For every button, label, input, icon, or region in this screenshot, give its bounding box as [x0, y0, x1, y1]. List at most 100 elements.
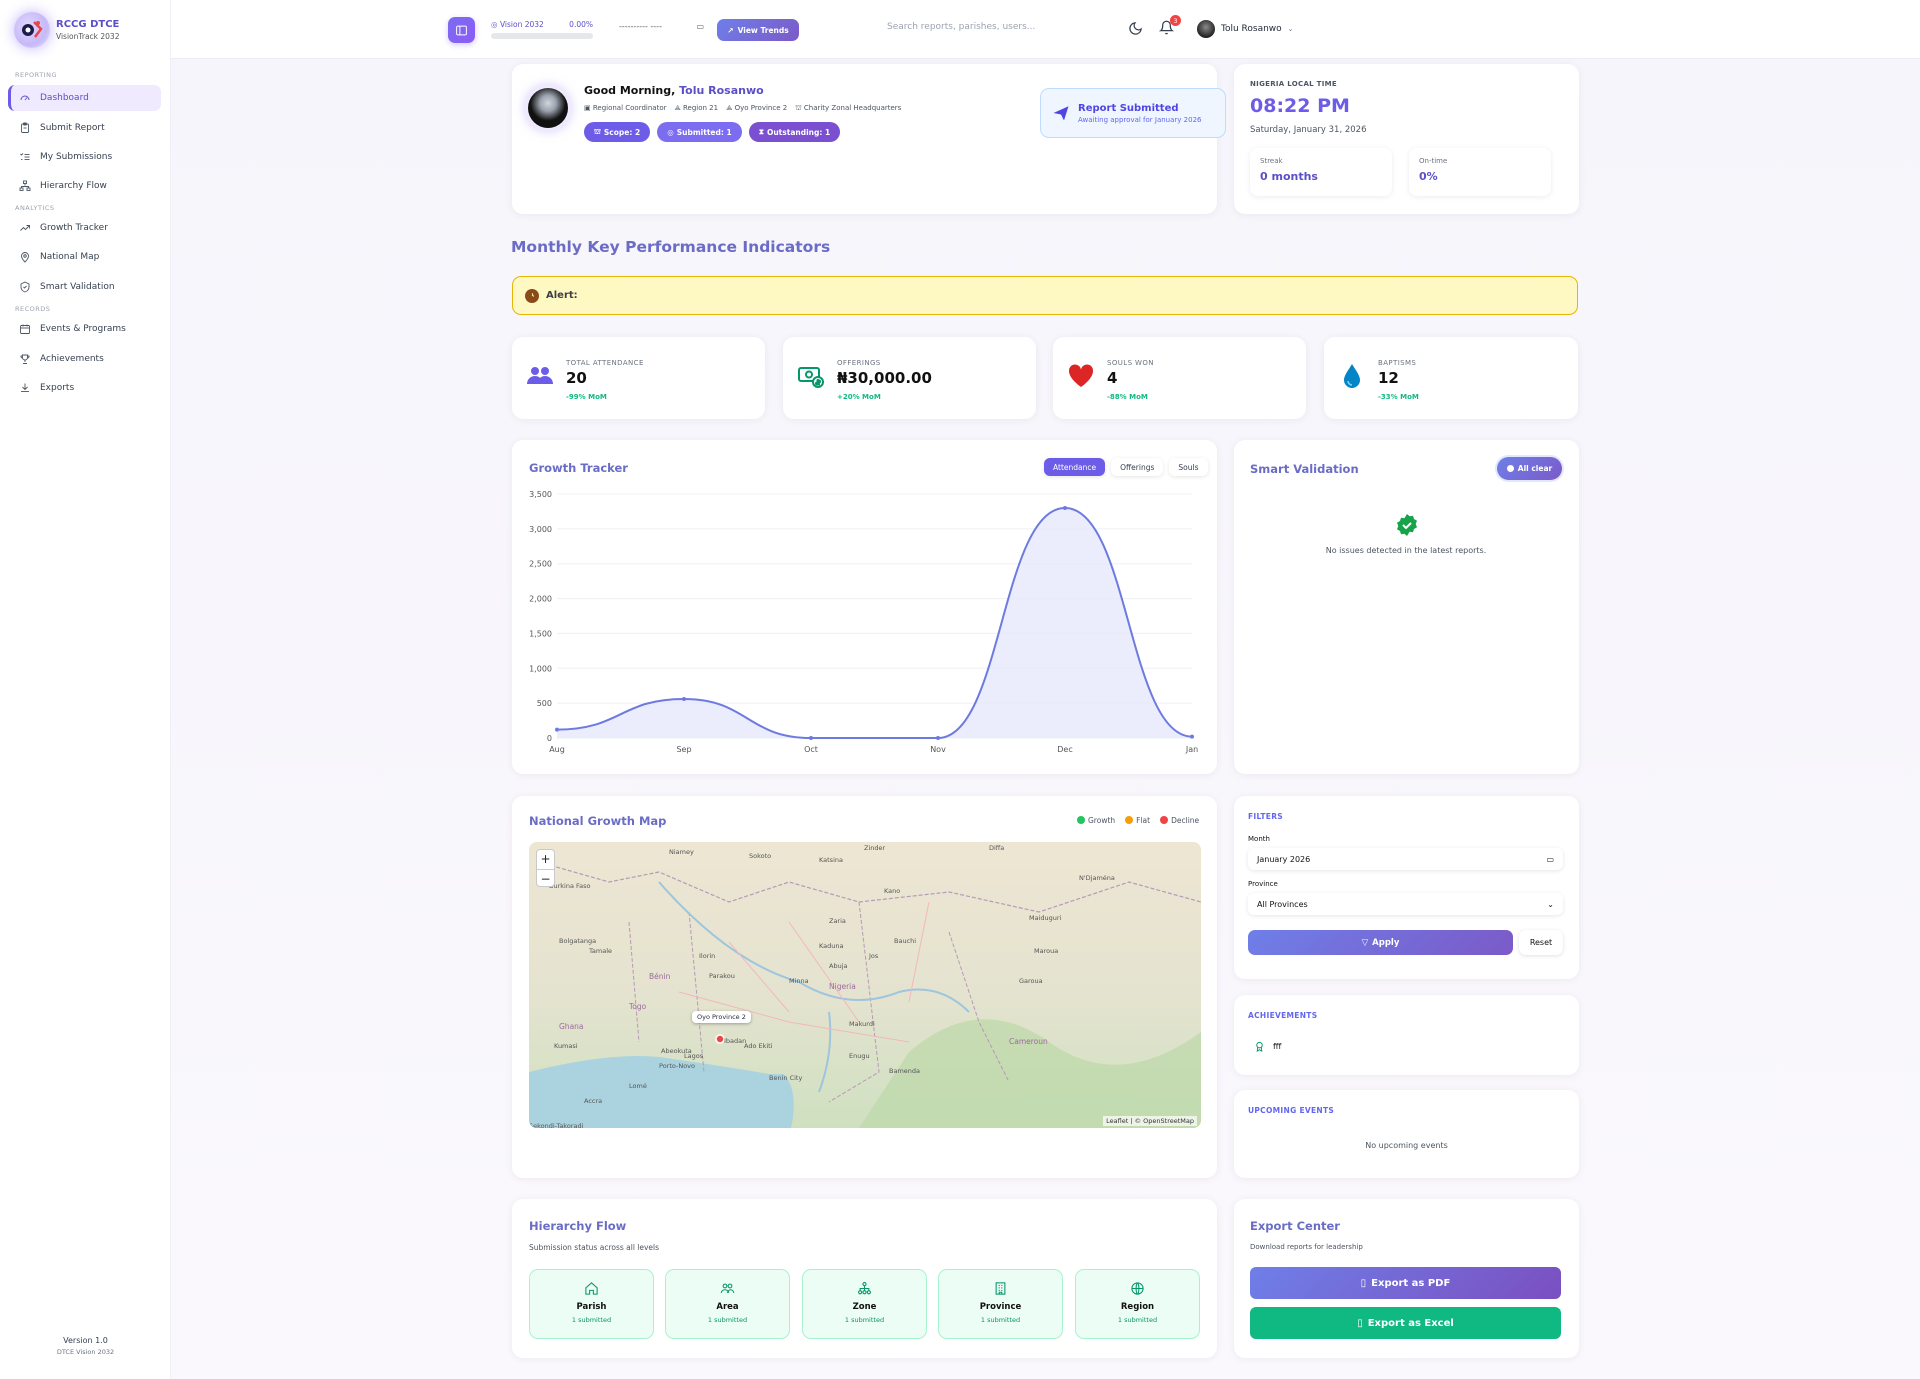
- apply-button[interactable]: ▽ Apply: [1248, 930, 1513, 955]
- download-icon: [21, 383, 29, 392]
- province-marker[interactable]: [715, 1034, 725, 1044]
- map-place-label: Tamale: [589, 947, 612, 955]
- alert-banner: Alert:: [512, 276, 1578, 315]
- reset-button[interactable]: Reset: [1519, 930, 1563, 955]
- region-icon: ⟁ Region 21: [674, 104, 719, 112]
- sidebar-toggle-button[interactable]: [448, 17, 475, 43]
- sidebar-item-hierarchy-flow[interactable]: Hierarchy Flow: [8, 173, 161, 199]
- map-place-label: Kumasi: [554, 1042, 578, 1050]
- submitted-chip[interactable]: ◎ Submitted: 1: [657, 122, 742, 142]
- filter-icon: ▽: [1361, 937, 1369, 948]
- filters-card: FILTERS Month January 2026 ▭ Province All…: [1234, 796, 1579, 979]
- y-tick-label: 3,500: [529, 490, 552, 499]
- trend-up-icon: [20, 225, 30, 231]
- sidebar-item-growth-tracker[interactable]: Growth Tracker: [8, 215, 161, 241]
- map-place-label: Kaduna: [819, 942, 844, 950]
- map-view[interactable]: Niamey Sokoto Katsina Kano Zinder Diffa N'Djam…: [529, 842, 1201, 1128]
- brand[interactable]: RCCG DTCE VisionTrack 2032: [14, 12, 119, 48]
- map-place-label: Jos: [869, 952, 879, 960]
- export-excel-button[interactable]: ▯ Export as Excel: [1250, 1307, 1561, 1339]
- map-place-label: Bénin: [649, 972, 671, 981]
- vision-progress: ◎ Vision 2032 0.00%: [491, 20, 593, 39]
- map-place-label: Bauchi: [894, 937, 917, 945]
- sidebar-item-achievements[interactable]: Achievements: [8, 346, 161, 372]
- calendar-icon: ▭: [1546, 854, 1554, 864]
- export-center-card: Export Center Download reports for leade…: [1234, 1199, 1579, 1358]
- users-icon: [720, 1283, 735, 1293]
- nav-section-reporting: Reporting: [15, 71, 57, 79]
- events-empty-message: No upcoming events: [1365, 1141, 1448, 1150]
- map-place-label: Zinder: [864, 844, 886, 852]
- province-icon: ⟁ Oyo Province 2: [726, 104, 788, 112]
- map-place-label: Nigeria: [829, 982, 856, 991]
- month-select[interactable]: January 2026 ▭: [1248, 848, 1563, 870]
- sidebar-item-events-programs[interactable]: Events & Programs: [8, 316, 161, 342]
- sidebar-item-dashboard[interactable]: Dashboard: [8, 85, 161, 111]
- legend-flat: Flat: [1125, 816, 1150, 825]
- sidebar-item-national-map[interactable]: National Map: [8, 244, 161, 270]
- ontime-stat: On-time 0%: [1409, 148, 1551, 196]
- zoom-in-button[interactable]: +: [537, 850, 554, 870]
- view-trends-button[interactable]: ↗ View Trends: [717, 19, 799, 41]
- kpi-offerings: OFFERINGS ₦30,000.00 +20% MoM: [783, 337, 1036, 419]
- sidebar: RCCG DTCE VisionTrack 2032 Reporting Das…: [0, 0, 171, 1379]
- hierarchy-node-zone[interactable]: Zone 1 submitted: [802, 1269, 927, 1339]
- clipboard-icon: [21, 122, 29, 133]
- zoom-out-button[interactable]: −: [537, 870, 554, 889]
- hierarchy-node-region[interactable]: Region 1 submitted: [1075, 1269, 1200, 1339]
- smart-validation-card: Smart Validation All clear No issues det…: [1234, 440, 1579, 774]
- chart-point: [936, 736, 940, 740]
- sidebar-item-smart-validation[interactable]: Smart Validation: [8, 274, 161, 300]
- award-icon: [1256, 1041, 1263, 1052]
- map-place-label: Lomé: [629, 1082, 647, 1090]
- zone-icon: ⛫ Charity Zonal Headquarters: [795, 104, 902, 112]
- role-icon: ▣ Regional Coordinator: [584, 104, 667, 112]
- top-bar: ◎ Vision 2032 0.00% ---------- ---- ▭ ↗ Vi…: [0, 0, 1920, 59]
- sidebar-item-exports[interactable]: Exports: [8, 375, 161, 401]
- export-pdf-button[interactable]: ▯ Export as PDF: [1250, 1267, 1561, 1299]
- status-dot-icon: [1506, 465, 1514, 472]
- scope-chip[interactable]: ⛫ Scope: 2: [584, 122, 651, 142]
- logo: [14, 12, 50, 48]
- hierarchy-node-parish[interactable]: Parish 1 submitted: [529, 1269, 654, 1339]
- file-pdf-icon: ▯: [1360, 1277, 1367, 1289]
- map-place-label: Burkina Faso: [549, 882, 591, 890]
- map-place-label: Niamey: [669, 848, 694, 856]
- map-place-label: Sokoto: [749, 852, 772, 860]
- kpi-souls-won: SOULS WON 4 -88% MoM: [1053, 337, 1306, 419]
- search-input[interactable]: Search reports, parishes, users...: [887, 22, 1035, 32]
- all-clear-badge[interactable]: All clear: [1497, 457, 1562, 480]
- vision-percent: 0.00%: [569, 20, 593, 29]
- sidebar-item-my-submissions[interactable]: My Submissions: [8, 144, 161, 170]
- version-info: Version 1.0 DTCE Vision 2032: [56, 1336, 115, 1356]
- y-tick-label: 0: [547, 734, 552, 743]
- x-tick-label: Oct: [804, 745, 818, 754]
- dark-mode-icon[interactable]: [1128, 21, 1143, 36]
- y-tick-label: 2,000: [529, 595, 552, 604]
- sitemap-icon: [858, 1282, 871, 1295]
- export-center-title: Export Center: [1250, 1219, 1340, 1233]
- growth-tracker-card: Growth Tracker Attendance Offerings Soul…: [512, 440, 1217, 774]
- map-place-label: Minna: [789, 977, 809, 985]
- hierarchy-node-province[interactable]: Province 1 submitted: [938, 1269, 1063, 1339]
- brand-subtitle: VisionTrack 2032: [56, 32, 120, 41]
- province-select[interactable]: All Provinces ⌄: [1248, 893, 1563, 915]
- user-menu[interactable]: Tolu Rosanwo ⌄: [1197, 20, 1294, 38]
- gauge-icon: [20, 95, 30, 101]
- national-map-title: National Growth Map: [529, 814, 667, 828]
- map-attribution[interactable]: Leaflet | © OpenStreetMap: [1103, 1116, 1197, 1126]
- hierarchy-node-area[interactable]: Area 1 submitted: [665, 1269, 790, 1339]
- month-picker-input[interactable]: ---------- ---- ▭: [619, 22, 704, 31]
- outstanding-chip[interactable]: ⧗ Outstanding: 1: [748, 122, 841, 142]
- vision-progress-bar: [491, 33, 593, 39]
- building-icon: [995, 1282, 1006, 1295]
- report-status-banner: Report Submitted Awaiting approval for J…: [1040, 88, 1226, 138]
- national-map-card: National Growth Map Growth Flat Decline …: [512, 796, 1217, 1178]
- sidebar-item-submit-report[interactable]: Submit Report: [8, 115, 161, 141]
- kpi-baptisms: BAPTISMS 12 -33% MoM: [1324, 337, 1578, 419]
- map-place-label: Enugu: [849, 1052, 870, 1060]
- sitemap-icon: [19, 180, 31, 191]
- chart-point: [1190, 734, 1194, 739]
- map-place-label: Abuja: [829, 962, 848, 970]
- money-icon: [798, 367, 824, 388]
